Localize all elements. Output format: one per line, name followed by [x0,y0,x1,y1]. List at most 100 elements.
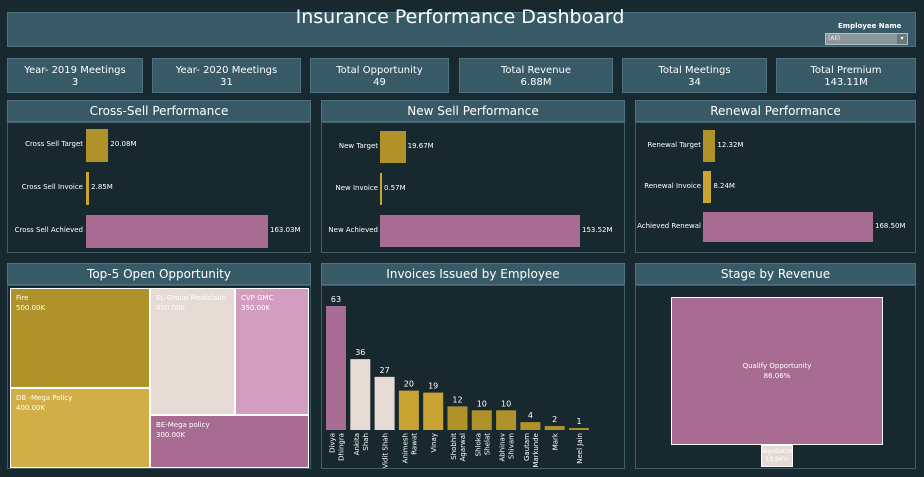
x-tick-label: Shelat [483,433,491,455]
x-tick-label: Ankita [353,433,361,455]
bar[interactable] [544,426,565,430]
bar[interactable] [86,171,90,205]
x-tick-label: Divya [329,433,337,453]
bar[interactable] [496,410,517,430]
x-tick-label: Shah [362,433,370,451]
open-opportunity-header: Top-5 Open Opportunity [7,263,311,285]
treemap-cell-fire[interactable]: Fire 500.00K [10,288,150,388]
invoices-title: Invoices Issued by Employee [386,267,560,281]
kpi-label: Year- 2019 Meetings [24,65,126,76]
treemap-cell-cvp-gmc[interactable]: CVP GMC 350.00K [235,288,309,415]
bar-value-label: 8.24M [713,182,735,190]
kpi-label: Total Premium [810,65,882,76]
employee-filter-value: (All) [828,35,841,42]
bar-value-label: 2.85M [91,183,113,191]
bar[interactable] [520,422,541,430]
bar-label: New Invoice [335,184,378,192]
treemap-cell-name: Fire [16,294,29,302]
bar-value-label: 10 [477,399,487,408]
cross-sell-header: Cross-Sell Performance [7,100,311,122]
bar[interactable] [703,171,712,203]
open-opportunity-treemap: Fire 500.00K DB -Mega Policy 400.00K EL-… [7,285,311,469]
bar[interactable] [703,212,873,242]
x-tick-label: Neel Jain [576,433,584,464]
bar[interactable] [423,392,444,430]
treemap-cell-qualify-opportunity[interactable]: Qualify Opportunity 86.06% [671,297,883,445]
bar[interactable] [326,306,346,430]
x-tick-label: Vidit Shah [382,433,390,468]
cross-sell-title: Cross-Sell Performance [89,104,229,118]
bar-value-label: 168.50M [875,222,906,230]
kpi-label: Year- 2020 Meetings [175,65,278,76]
bar-value-label: 19 [428,382,438,391]
bar-value-label: 12.32M [717,141,744,149]
kpi-value: 143.11M [824,77,868,88]
treemap-cell-value: 500.00K [16,304,46,312]
stage-revenue-treemap: Qualify Opportunity 86.06% Negotiation 1… [635,285,916,469]
treemap-cell-value: 350.00K [241,304,271,312]
bar-value-label: 20 [404,380,414,389]
kpi-card-total-premium: Total Premium 143.11M [776,58,916,93]
treemap-cell-db-mega-policy[interactable]: DB -Mega Policy 400.00K [10,388,150,468]
bar-value-label: 10 [501,399,511,408]
treemap-cell-el-group-mediclaim[interactable]: EL-Group Mediclaim 400.00K [150,288,235,415]
treemap-cell-name: EL-Group Mediclaim [156,294,227,302]
treemap-cell-name: Negotiation [761,448,793,455]
new-sell-header: New Sell Performance [321,100,625,122]
bar[interactable] [350,359,371,430]
bar-value-label: 20.08M [110,140,137,148]
cross-sell-chart: Cross Sell Target 20.08M Cross Sell Invoic… [7,122,311,253]
bar-value-label: 12 [452,395,462,404]
treemap-cell-name: Qualify Opportunity [742,362,812,370]
bar[interactable] [86,128,109,162]
treemap-cell-negotiation[interactable]: Negotiation 13.94% [761,445,793,467]
x-tick-label: Mark [552,432,560,450]
bar[interactable] [380,173,382,205]
bar-value-label: 163.03M [270,226,301,234]
x-tick-label: Agarwal [459,433,467,461]
kpi-value: 3 [71,77,79,88]
kpi-label: Total Revenue [500,65,572,76]
employee-filter-dropdown[interactable]: (All) ▾ [825,33,908,45]
kpi-value: 6.88M [520,77,552,88]
bar-value-label: 153.52M [582,226,613,234]
bar-label: New Achieved [328,226,378,234]
bar-label: Cross Sell Invoice [21,183,83,191]
bar[interactable] [86,214,268,248]
bar-label: Renewal Invoice [644,182,701,190]
bar-value-label: 0.57M [384,184,406,192]
dashboard-title: Insurance Performance Dashboard [295,6,625,28]
invoices-chart-svg: 63 Divya Dhingra 36 Ankita Shah 27 Vidit Shah 20… [326,295,589,468]
bar[interactable] [471,410,492,430]
bar-value-label: 4 [528,411,533,420]
bar[interactable] [703,130,716,162]
x-tick-label: Abhinav [499,433,507,461]
x-tick-label: Gautam [523,433,531,461]
bar[interactable] [447,406,468,430]
treemap-cell-be-mega-policy[interactable]: BE-Mega policy 300.00K [150,415,309,468]
bar-value-label: 19.67M [407,142,434,150]
new-sell-title: New Sell Performance [407,104,539,118]
bar[interactable] [398,390,419,430]
bar[interactable] [380,131,406,163]
kpi-label: Total Meetings [658,65,731,76]
treemap-cell-name: BE-Mega policy [156,421,210,429]
bar-value-label: 63 [331,295,341,304]
renewal-chart: Renewal Target 12.32M Renewal Invoice 8.24M… [635,122,916,253]
kpi-card-total-opportunity: Total Opportunity 49 [310,58,449,93]
bar[interactable] [374,376,395,430]
bar-value-label: 1 [576,417,581,426]
bar[interactable] [380,215,580,247]
bar-value-label: 2 [552,415,557,424]
bar[interactable] [569,428,589,430]
kpi-card-total-revenue: Total Revenue 6.88M [459,58,613,93]
treemap-cell-value: 400.00K [156,304,186,312]
bar-label: Cross Sell Target [25,140,83,148]
bar-label: Renewal Target [647,141,701,149]
kpi-card-2019-meetings: Year- 2019 Meetings 3 [7,58,143,93]
kpi-value: 31 [220,77,233,88]
x-tick-label: Dhingra [338,433,346,461]
open-opportunity-title: Top-5 Open Opportunity [87,267,231,281]
chevron-down-icon[interactable]: ▾ [897,34,907,44]
treemap-cell-name: CVP GMC [241,294,274,302]
